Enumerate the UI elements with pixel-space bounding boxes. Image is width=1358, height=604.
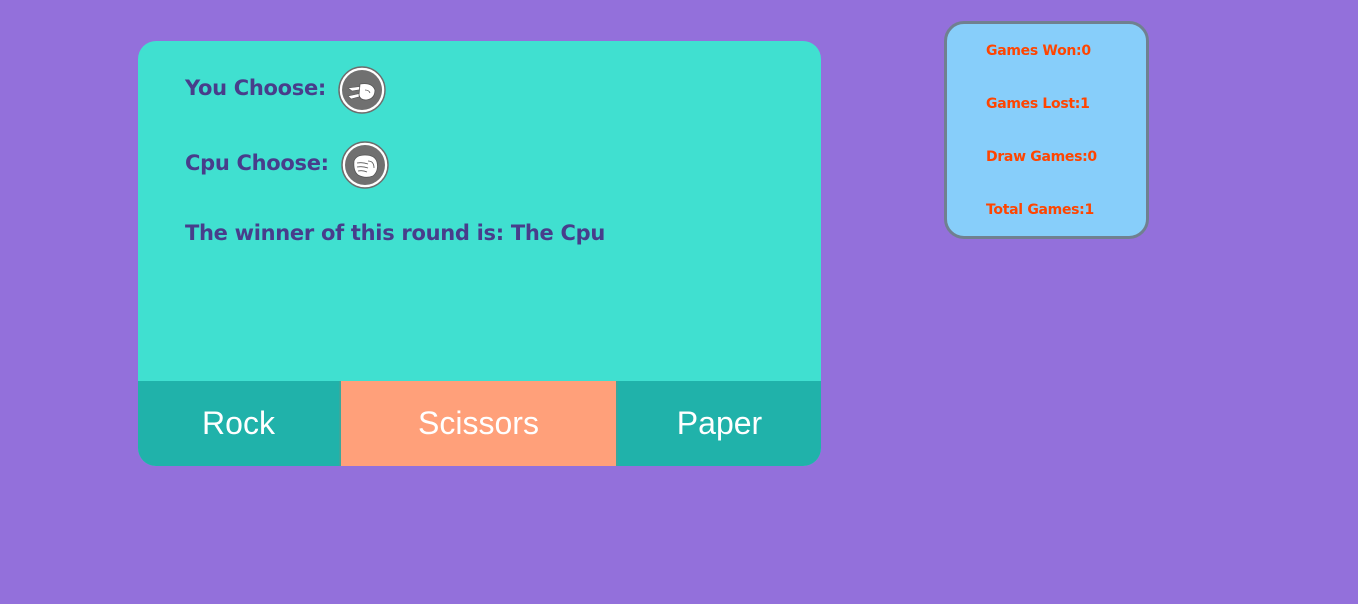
scissors-button[interactable]: Scissors: [341, 381, 616, 466]
scissors-hand-icon: [338, 66, 386, 114]
cpu-choice-row: Cpu Choose:: [185, 141, 389, 189]
game-card: You Choose: Cpu Choose: The winner of th…: [138, 41, 821, 466]
games-won-stat: Games Won:0: [986, 43, 1091, 59]
total-games-stat: Total Games:1: [986, 202, 1094, 218]
you-choice-row: You Choose:: [185, 66, 386, 114]
draw-games-stat: Draw Games:0: [986, 149, 1097, 165]
scoreboard: Games Won:0 Games Lost:1 Draw Games:0 To…: [944, 21, 1149, 239]
paper-button[interactable]: Paper: [616, 381, 821, 466]
round-winner-text: The winner of this round is: The Cpu: [185, 221, 605, 245]
you-choose-label: You Choose:: [185, 76, 327, 100]
rock-fist-icon: [341, 141, 389, 189]
cpu-choose-label: Cpu Choose:: [185, 151, 329, 175]
games-lost-stat: Games Lost:1: [986, 96, 1090, 112]
rock-button[interactable]: Rock: [138, 381, 341, 466]
choice-button-bar: Rock Scissors Paper: [138, 381, 821, 466]
